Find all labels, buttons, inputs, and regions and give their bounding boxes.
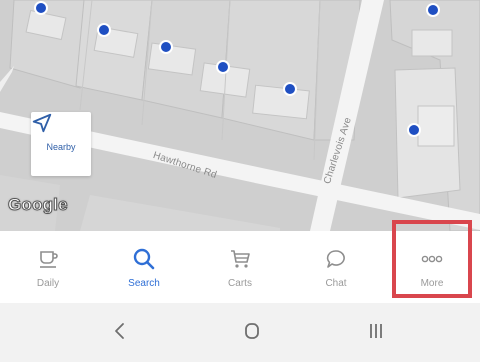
tab-label-carts: Carts	[228, 278, 252, 289]
google-logo: Google	[8, 195, 69, 215]
tab-label-more: More	[420, 278, 444, 289]
app-screen: Hawthorne Rd Charlevois Ave Nearby Googl…	[0, 0, 480, 362]
tab-label-chat: Chat	[325, 278, 347, 289]
tab-more[interactable]: More	[384, 231, 480, 303]
home-circle-icon	[242, 321, 262, 346]
cup-icon	[36, 247, 60, 271]
bottom-tab-bar: Daily Search Carts Chat More	[0, 231, 480, 303]
back-button[interactable]	[100, 320, 140, 346]
tab-search[interactable]: Search	[96, 231, 192, 303]
map-view[interactable]: Hawthorne Rd Charlevois Ave Nearby Googl…	[0, 0, 480, 231]
recents-button[interactable]	[356, 320, 396, 346]
tab-label-search: Search	[128, 278, 160, 289]
chat-bubble-icon	[324, 247, 348, 271]
cart-icon	[228, 247, 252, 271]
system-navigation-bar	[0, 303, 480, 362]
back-chevron-icon	[112, 321, 128, 346]
tab-daily[interactable]: Daily	[0, 231, 96, 303]
tab-label-daily: Daily	[36, 278, 60, 289]
nearby-button[interactable]: Nearby	[31, 112, 91, 176]
more-dots-icon	[419, 247, 445, 271]
tab-carts[interactable]: Carts	[192, 231, 288, 303]
recents-bars-icon	[366, 321, 386, 346]
nearby-label: Nearby	[46, 142, 76, 152]
tab-chat[interactable]: Chat	[288, 231, 384, 303]
home-button[interactable]	[232, 320, 272, 346]
search-icon	[132, 247, 156, 271]
